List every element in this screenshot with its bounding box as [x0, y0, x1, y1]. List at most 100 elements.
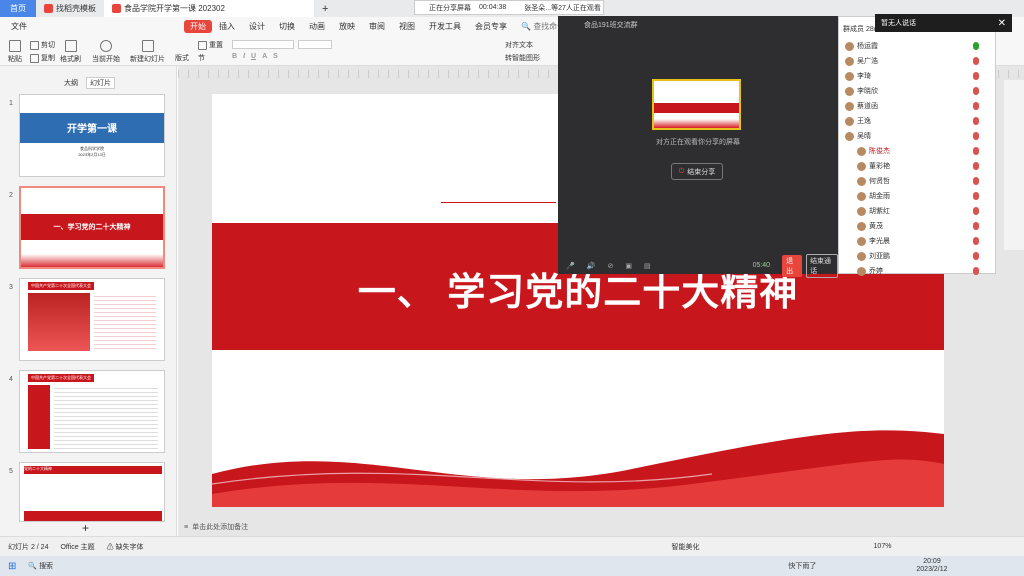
tab-home[interactable]: 首页 [0, 0, 36, 17]
start-from-current-button[interactable]: 当前开始 [92, 40, 120, 64]
member-row[interactable]: 蔡道函 [839, 99, 995, 113]
menu-slideshow[interactable]: 放映 [332, 21, 362, 32]
search-box[interactable]: 🔍 搜索 [28, 561, 168, 571]
member-row[interactable]: 吴晴 [839, 129, 995, 143]
end-call-button[interactable]: 结束通话 [806, 253, 838, 278]
windows-icon[interactable]: ⊞ [8, 561, 16, 572]
member-name: 何贤哲 [869, 178, 890, 185]
thumb-title: 一、学习党的二十大精神 [53, 224, 131, 231]
member-row[interactable]: 何贤哲 [839, 174, 995, 188]
tab-document[interactable]: 食品学院开学第一课 202302 [104, 0, 314, 17]
tab-outline[interactable]: 大纲 [64, 78, 78, 88]
menu-view[interactable]: 视图 [392, 21, 422, 32]
align-text-button[interactable]: 对齐文本 [505, 40, 533, 50]
menu-insert[interactable]: 插入 [212, 21, 242, 32]
avatar [857, 266, 866, 276]
image-column [28, 385, 50, 449]
tab-slides[interactable]: 幻灯片 [86, 77, 115, 89]
end-share-button[interactable]: ⏻ 结束分享 [671, 163, 723, 180]
menu-developer[interactable]: 开发工具 [422, 21, 468, 32]
mic-status-icon [973, 207, 979, 215]
member-row[interactable]: 李琦 [839, 69, 995, 83]
paste-button[interactable]: 粘贴 [8, 40, 22, 64]
weather: 快下雨了 [788, 563, 817, 570]
avatar [857, 176, 866, 186]
font-style-buttons[interactable]: BIUAS [232, 53, 278, 60]
thumb-title: 党的二十大精神 [24, 466, 162, 474]
menu-transition[interactable]: 切换 [272, 21, 302, 32]
member-row[interactable]: 乔婷 [839, 264, 995, 278]
member-name: 乔婷 [869, 268, 883, 275]
member-row[interactable]: 胡紫红 [839, 204, 995, 218]
member-row[interactable]: 杨运霞 [839, 39, 995, 53]
mic-status-icon [973, 72, 979, 80]
taskbar: ⊞ 🔍 搜索 快下雨了 20:09 2023/2/12 [0, 556, 1024, 576]
member-row[interactable]: 胡金雨 [839, 189, 995, 203]
close-icon[interactable]: ✕ [998, 18, 1006, 29]
mic-status-icon [973, 192, 979, 200]
slide-number: 2 [9, 192, 13, 199]
avatar [857, 191, 866, 201]
microphone-icon[interactable]: 🎤 [566, 262, 575, 270]
mic-status-icon [973, 42, 979, 50]
screen-share-bar: 正在分享屏幕 00:04:38 张圣朵...等27人正在观看 [414, 0, 604, 15]
slide-thumbnail-2[interactable]: 一、学习党的二十大精神 [19, 186, 165, 269]
member-row[interactable]: 黄茂 [839, 219, 995, 233]
reset-button[interactable]: 重置 [198, 40, 223, 50]
leave-button[interactable]: 退出 [782, 254, 803, 277]
beautify-button[interactable]: 智能美化 [672, 542, 700, 552]
thumb-title: 开学第一课 [67, 124, 117, 135]
slide-thumbnail-4[interactable]: 中国共产党第二十次全国代表大会 [19, 370, 165, 453]
missing-font-button[interactable]: ⚠ 缺失字体 [107, 542, 144, 552]
member-row[interactable]: 吴广浩 [839, 54, 995, 68]
member-name: 陈俊杰 [869, 148, 890, 155]
layout-button[interactable]: 版式 [175, 53, 189, 63]
convert-smartart-button[interactable]: 转智能图形 [505, 53, 540, 63]
font-family-select[interactable] [232, 40, 294, 49]
member-row[interactable]: 王逸 [839, 114, 995, 128]
notes-bar[interactable]: ≡ 单击此处添加备注 [178, 519, 1024, 535]
member-name: 王逸 [857, 118, 871, 125]
camera-off-icon[interactable]: ⊘ [607, 262, 613, 270]
new-slide-button[interactable]: 新建幻灯片 [130, 40, 165, 64]
font-size-select[interactable] [298, 40, 332, 49]
add-slide-button[interactable]: + [82, 521, 89, 535]
format-painter-button[interactable]: 格式刷 [60, 40, 81, 64]
speaker-icon[interactable]: 🔊 [587, 262, 596, 270]
menu-review[interactable]: 审阅 [362, 21, 392, 32]
member-row[interactable]: 李晓欣 [839, 84, 995, 98]
cut-button[interactable]: 剪切 [30, 40, 55, 50]
mic-status-icon [973, 132, 979, 140]
slide-thumbnail-3[interactable]: 中国共产党第二十次全国代表大会 [19, 278, 165, 361]
present-icon[interactable]: ▤ [644, 262, 651, 270]
member-row[interactable]: 董彩艳 [839, 159, 995, 173]
slide-thumbnail-5[interactable]: 党的二十大精神 [19, 462, 165, 522]
member-panel: 群成员 28/45 杨运霞 吴广浩 李琦 李晓欣 蔡道函 王逸 吴晴 陈俊杰 董彩艳 何贤哲 胡金雨… [838, 16, 996, 276]
section-button[interactable]: 节 [198, 53, 205, 63]
slide-number: 5 [9, 468, 13, 475]
divider-line [441, 202, 556, 203]
screen-icon[interactable]: ▣ [625, 262, 632, 270]
slide-thumbnail-1[interactable]: 开学第一课 食品科学学院 2023年2月13日 [19, 94, 165, 177]
member-row[interactable]: 陈俊杰 [839, 144, 995, 158]
wave-decoration [21, 254, 163, 267]
avatar [845, 86, 854, 96]
mic-status-icon [973, 102, 979, 110]
clock: 20:09 2023/2/12 [916, 558, 948, 573]
avatar [857, 251, 866, 261]
member-row[interactable]: 刘亚鹏 [839, 249, 995, 263]
tab-template[interactable]: 找稻壳模板 [36, 0, 104, 17]
speaking-toast: 暂无人说话 ✕ [875, 14, 1012, 32]
congress-photo [28, 293, 90, 351]
mic-status-icon [973, 87, 979, 95]
menu-file[interactable]: 文件 [4, 21, 34, 32]
menu-animation[interactable]: 动画 [302, 21, 332, 32]
member-name: 蔡道函 [857, 103, 878, 110]
member-name: 胡金雨 [869, 193, 890, 200]
menu-design[interactable]: 设计 [242, 21, 272, 32]
menu-member[interactable]: 会员专享 [468, 21, 514, 32]
copy-button[interactable]: 复制 [30, 53, 55, 63]
new-tab-button[interactable]: + [314, 0, 336, 17]
menu-start[interactable]: 开始 [184, 20, 212, 33]
member-row[interactable]: 李光晨 [839, 234, 995, 248]
